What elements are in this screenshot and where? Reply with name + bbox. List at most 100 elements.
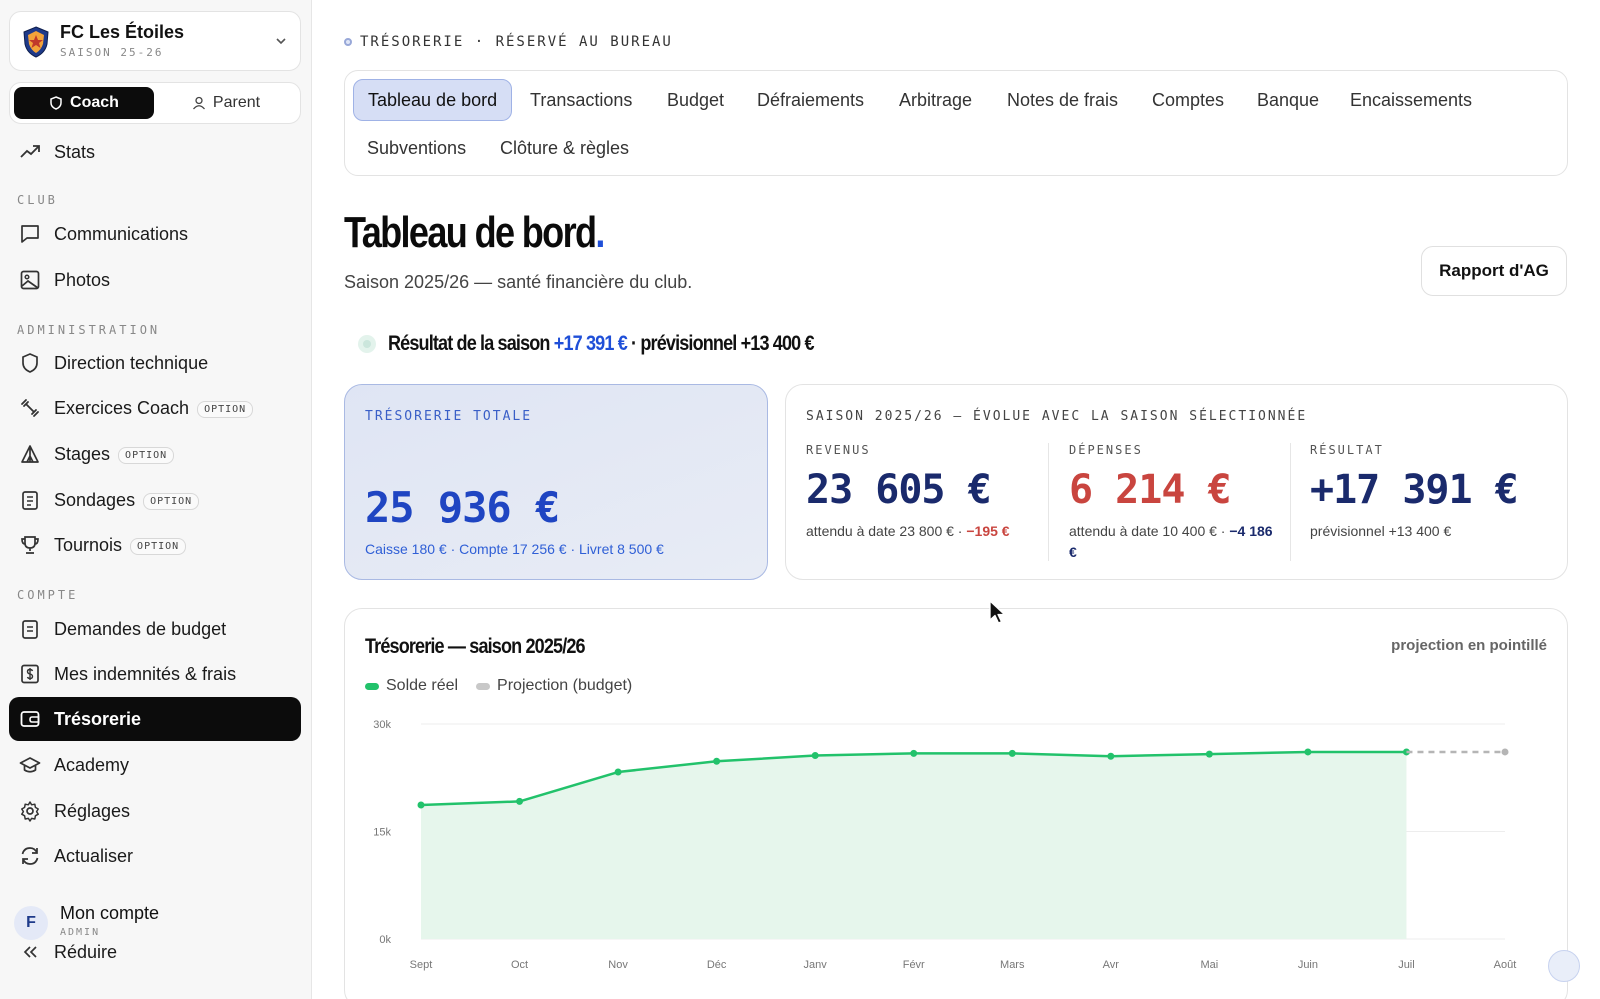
sidebar-item-label: Stats [54,142,96,162]
depenses-expected-text: attendu à date 10 400 € · [1069,523,1226,539]
shield-icon [50,96,62,110]
club-name: FC Les Étoiles [60,22,185,42]
data-point-solde-reel [1008,749,1016,757]
tab-cloture-regles[interactable]: Clôture & règles [486,127,643,169]
sidebar-item-direction-technique[interactable]: Direction technique [9,341,301,385]
result-value: +17 391 € [553,332,628,355]
chevrons-left-icon [23,946,37,958]
tab-transactions[interactable]: Transactions [516,79,646,121]
collapse-sidebar-button[interactable]: Réduire [9,930,301,974]
sidebar-item-tresorerie[interactable]: Trésorerie [9,697,301,741]
sidebar-item-label: Réglages [54,801,131,821]
revenus-expected: attendu à date 23 800 € · −195 € [806,521,1038,542]
x-tick-label: Mars [1000,959,1025,971]
club-selector[interactable]: FC Les Étoiles SAISON 25-26 [9,11,301,71]
sidebar-item-text: Tournois [54,535,123,555]
sidebar-item-exercices-coach[interactable]: Exercices Coach OPTION [9,386,301,430]
x-tick-label: Janv [804,959,828,971]
trend-up-icon [20,145,40,158]
parent-role-label: Parent [212,94,261,111]
image-icon [20,270,40,290]
tab-subventions[interactable]: Subventions [353,127,480,169]
section-label-administration: ADMINISTRATION [17,323,161,337]
sidebar-item-label: Exercices Coach OPTION [54,398,254,419]
sidebar-item-communications[interactable]: Communications [9,212,301,256]
season-result-banner: Résultat de la saison +17 391 € · prévis… [358,332,883,356]
tab-encaissements[interactable]: Encaissements [1336,79,1486,121]
tab-arbitrage[interactable]: Arbitrage [885,79,986,121]
season-summary-label: SAISON 2025/26 — ÉVOLUE AVEC LA SAISON S… [806,409,1308,424]
sidebar-item-indemnites[interactable]: Mes indemnités & frais [9,652,301,696]
parent-role-button[interactable]: Parent [156,87,296,119]
sidebar-item-sondages[interactable]: Sondages OPTION [9,478,301,522]
metric-divider [1048,443,1049,561]
graduation-cap-icon [19,757,41,773]
season-result-text: Résultat de la saison +17 391 € · prévis… [388,332,815,356]
tab-notes-de-frais[interactable]: Notes de frais [993,79,1132,121]
sidebar-item-label: Tournois OPTION [54,535,187,556]
section-label-club: CLUB [17,193,58,207]
help-launcher-button[interactable] [1548,950,1580,982]
main-content: TRÉSORERIE · RÉSERVÉ AU BUREAU Tableau d… [312,0,1600,999]
account-name: Mon compte [60,903,160,923]
sidebar-item-stats[interactable]: Stats [9,130,301,174]
tab-comptes[interactable]: Comptes [1138,79,1238,121]
status-dot-icon [344,38,352,46]
data-point-solde-reel [1205,750,1213,758]
sidebar-item-label: Actualiser [54,846,134,866]
sidebar-item-reglages[interactable]: Réglages [9,789,301,833]
x-tick-label: Avr [1103,959,1120,971]
option-badge: OPTION [197,401,254,418]
page-title-dot: . [595,208,605,257]
tresorerie-totale-card: TRÉSORERIE TOTALE 25 936 € Caisse 180 € … [344,384,768,580]
resultat-value: +17 391 € [1310,467,1519,513]
sidebar: FC Les Étoiles SAISON 25-26 Coach Parent… [0,0,312,999]
refresh-icon [21,847,39,865]
sidebar-item-stages[interactable]: Stages OPTION [9,432,301,476]
sidebar-item-demandes-budget[interactable]: Demandes de budget [9,607,301,651]
receipt-dollar-icon [21,664,39,684]
result-prefix: Résultat de la saison [388,332,550,355]
tab-budget[interactable]: Budget [653,79,738,121]
rapport-ag-button[interactable]: Rapport d'AG [1421,246,1567,296]
sidebar-item-label: Demandes de budget [54,619,227,639]
status-pulse-icon [358,335,376,353]
sidebar-item-text: Sondages [54,490,136,510]
sidebar-item-label: Réduire [54,942,118,962]
data-point-solde-reel [516,797,524,805]
sidebar-item-label: Direction technique [54,353,209,373]
option-badge: OPTION [118,447,175,464]
metric-divider [1290,443,1291,561]
x-tick-label: Juin [1298,959,1318,971]
sidebar-item-academy[interactable]: Academy [9,743,301,787]
result-forecast: · prévisionnel +13 400 € [631,332,815,355]
coach-role-button[interactable]: Coach [14,87,154,119]
tab-defraiements[interactable]: Défraiements [743,79,878,121]
coach-role-label: Coach [70,94,119,111]
revenus-delta: −195 € [966,523,1010,539]
clipboard-icon [22,620,38,639]
club-season: SAISON 25-26 [60,46,164,59]
tresorerie-totale-amount: 25 936 € [365,483,560,532]
data-point-solde-reel [614,768,622,776]
sidebar-item-tournois[interactable]: Tournois OPTION [9,523,301,567]
wallet-icon [20,711,40,727]
depenses-label: DÉPENSES [1069,443,1143,457]
tab-banque[interactable]: Banque [1243,79,1333,121]
x-tick-label: Mai [1200,959,1218,971]
data-point-projection [1501,748,1509,756]
y-tick-label: 30k [373,719,391,731]
revenus-value: 23 605 € [806,467,992,513]
page-title: Tableau de bord. [344,208,605,258]
sidebar-item-actualiser[interactable]: Actualiser [9,834,301,878]
y-tick-label: 15k [373,827,391,839]
depenses-value: 6 214 € [1069,467,1232,513]
data-point-solde-reel [1304,748,1312,756]
data-point-solde-reel [811,752,819,760]
chevron-down-icon [276,38,286,45]
sidebar-item-label: Communications [54,224,189,244]
tresorerie-line-chart: 0k 15k 30k Sept Oct Nov Déc Janv Févr Mars Avr Mai J… [373,719,1516,971]
tab-tableau-de-bord[interactable]: Tableau de bord [353,79,513,121]
sidebar-item-photos[interactable]: Photos [9,258,301,302]
sidebar-item-text: Stages [54,444,111,464]
